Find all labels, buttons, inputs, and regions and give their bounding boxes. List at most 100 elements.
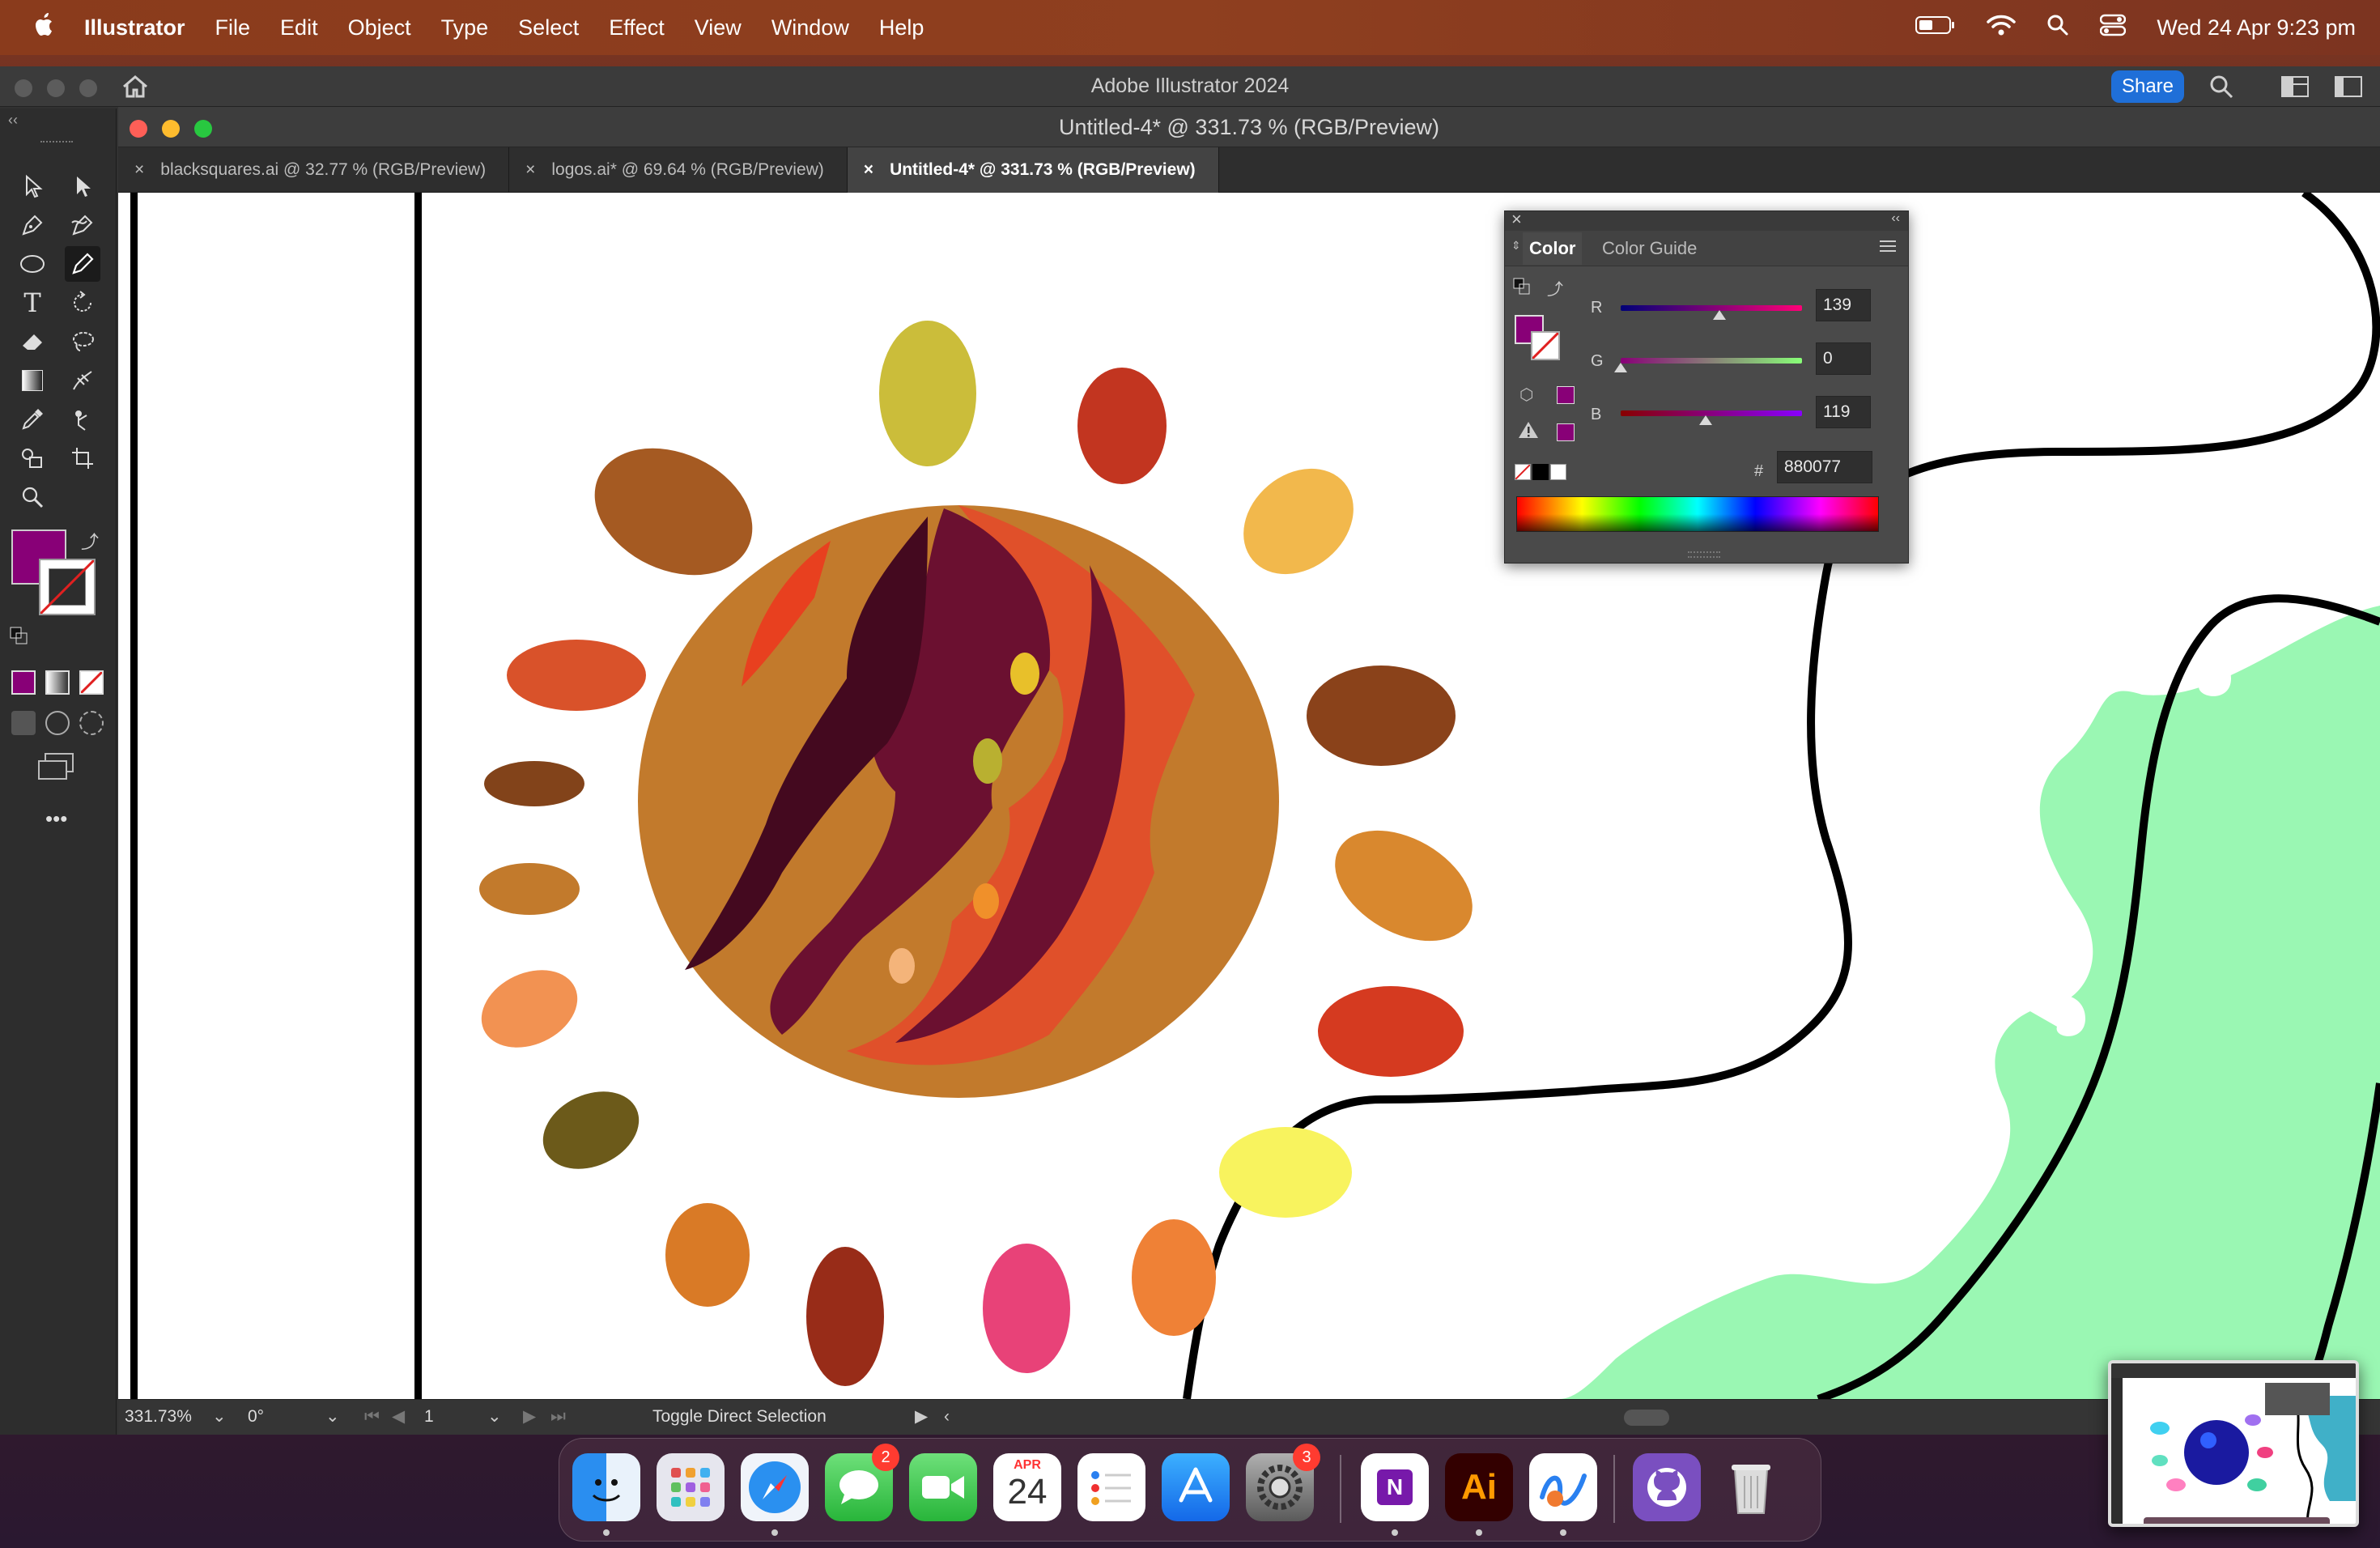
zoom-level-field[interactable]: 331.73% [125,1405,215,1429]
green-slider-thumb[interactable] [1614,363,1627,372]
pen-tool-icon[interactable] [15,207,50,243]
panel-menu-icon[interactable] [1879,239,1897,257]
artboard-number-field[interactable]: 1 [424,1405,473,1429]
rotate-tool-icon[interactable] [65,285,100,321]
tab-color-guide[interactable]: Color Guide [1602,232,1697,265]
gamut-swatch[interactable] [1557,423,1575,441]
scroll-left-icon[interactable]: ‹ [944,1405,950,1429]
white-color-chip[interactable] [1550,464,1566,480]
swap-fill-stroke-icon[interactable]: ⤴ [81,528,99,554]
gradient-mode-icon[interactable] [45,670,70,695]
draw-behind-icon[interactable] [45,711,70,735]
panel-options-icon[interactable]: ⇕ [1511,239,1521,253]
onenote-icon[interactable]: N [1361,1453,1429,1521]
type-tool-icon[interactable]: T [15,285,50,321]
collapse-panel-icon[interactable]: ‹‹ [8,112,18,129]
menu-edit[interactable]: Edit [280,15,318,40]
none-mode-icon[interactable] [79,670,104,695]
green-value-field[interactable]: 0 [1816,342,1871,375]
panel-header[interactable]: × ‹‹ [1505,209,1908,231]
color-mode-icon[interactable] [11,670,36,695]
web-safe-swatch[interactable] [1557,386,1575,404]
tab-close-icon[interactable]: × [134,160,144,180]
screen-mode-icon[interactable] [37,753,74,785]
menu-object[interactable]: Object [348,15,411,40]
finder-icon[interactable] [572,1453,640,1521]
color-spectrum-bar[interactable] [1516,496,1879,532]
control-center-icon[interactable] [2100,14,2127,42]
github-desktop-icon[interactable] [1633,1453,1701,1521]
green-slider[interactable] [1614,358,1802,372]
tab-logos[interactable]: × logos.ai* @ 69.64 % (RGB/Preview) [509,147,848,193]
curvature-tool-icon[interactable] [65,207,100,243]
zoom-tool-icon[interactable] [15,479,50,515]
shape-builder-tool-icon[interactable] [15,440,50,476]
last-artboard-icon[interactable]: ⏭ [550,1405,566,1429]
status-text[interactable]: Toggle Direct Selection [652,1405,827,1429]
safari-icon[interactable] [741,1453,809,1521]
red-slider-thumb[interactable] [1713,310,1727,320]
swap-colors-icon[interactable]: ⤴ [1547,276,1563,300]
tab-close-icon[interactable]: × [525,160,535,180]
artboard-canvas[interactable] [118,193,2380,1399]
direct-selection-tool-icon[interactable] [65,168,100,204]
panel-close-icon[interactable]: × [1511,209,1522,230]
draw-inside-icon[interactable] [79,711,104,735]
blue-slider-thumb[interactable] [1698,415,1712,425]
blue-value-field[interactable]: 119 [1816,396,1871,428]
tab-blacksquares[interactable]: × blacksquares.ai @ 32.77 % (RGB/Preview) [118,147,510,193]
search-icon[interactable] [2208,74,2234,104]
previous-artboard-icon[interactable]: ◀ [392,1405,405,1429]
tab-untitled-4[interactable]: × Untitled-4* @ 331.73 % (RGB/Preview) [847,147,1219,193]
out-of-gamut-warning-icon[interactable] [1518,420,1539,444]
menu-app-name[interactable]: Illustrator [84,15,185,40]
artwork[interactable] [118,193,2380,1399]
facetime-icon[interactable] [909,1453,977,1521]
gradient-tool-icon[interactable] [15,363,50,398]
eraser-tool-icon[interactable] [15,324,50,359]
hex-value-field[interactable]: 880077 [1777,451,1872,483]
wifi-icon[interactable] [1987,14,2017,42]
toolbar-grip[interactable] [40,141,73,145]
reminders-icon[interactable] [1077,1453,1145,1521]
status-menu-arrow-icon[interactable]: ▶ [915,1405,928,1429]
freeform-icon[interactable] [1529,1453,1597,1521]
red-slider[interactable] [1621,305,1802,320]
none-color-chip[interactable] [1515,464,1531,480]
tab-close-icon[interactable]: × [864,160,873,180]
panel-collapse-icon[interactable]: ‹‹ [1891,211,1900,226]
apple-menu-icon[interactable] [32,12,57,44]
tab-color[interactable]: Color [1523,232,1583,265]
next-artboard-icon[interactable]: ▶ [523,1405,536,1429]
puppet-warp-tool-icon[interactable] [65,402,100,437]
menu-type[interactable]: Type [441,15,489,40]
first-artboard-icon[interactable]: ⏮ [364,1405,380,1429]
ellipse-tool-icon[interactable] [15,246,50,282]
default-colors-icon[interactable] [1513,278,1531,300]
artboard-dropdown-icon[interactable]: ⌄ [487,1405,502,1429]
trash-icon[interactable] [1717,1453,1785,1521]
red-value-field[interactable]: 139 [1816,289,1871,321]
share-button[interactable]: Share [2111,70,2184,103]
edit-toolbar-icon[interactable]: ••• [45,806,67,831]
menu-window[interactable]: Window [771,15,849,40]
black-color-chip[interactable] [1532,464,1549,480]
menu-datetime[interactable]: Wed 24 Apr 9:23 pm [2157,15,2356,40]
menu-effect[interactable]: Effect [609,15,665,40]
screenshot-thumbnail[interactable] [2108,1360,2359,1527]
launchpad-icon[interactable] [657,1453,725,1521]
rotation-field[interactable]: 0° [248,1405,321,1429]
illustrator-icon[interactable]: Ai [1445,1453,1513,1521]
arrange-documents-icon[interactable] [2335,76,2362,101]
menu-view[interactable]: View [695,15,742,40]
menu-file[interactable]: File [215,15,251,40]
battery-icon[interactable] [1915,15,1956,40]
blue-slider[interactable] [1621,410,1802,425]
app-store-icon[interactable] [1162,1453,1230,1521]
menu-help[interactable]: Help [879,15,924,40]
spotlight-search-icon[interactable] [2046,14,2069,42]
stroke-swatch[interactable] [39,559,96,615]
calendar-icon[interactable]: APR 24 [993,1453,1061,1521]
selection-tool-icon[interactable] [15,168,50,204]
default-fill-stroke-icon[interactable] [10,627,28,649]
